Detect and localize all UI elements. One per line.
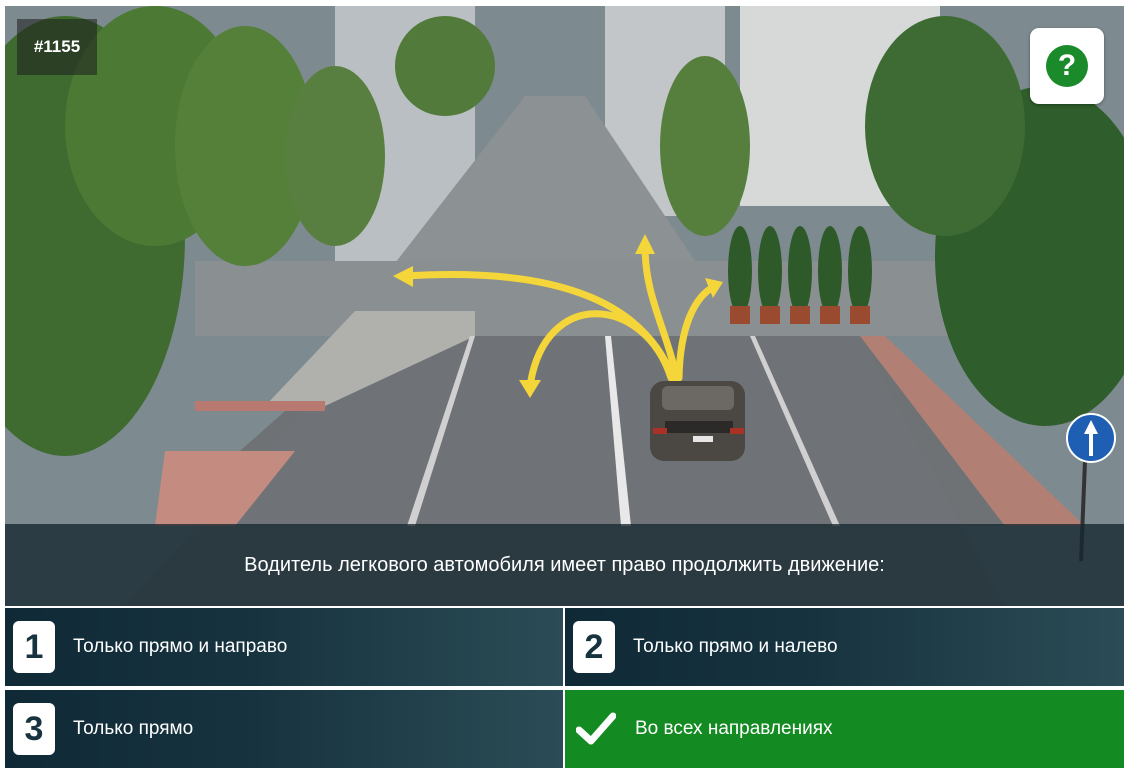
question-text-bar: Водитель легкового автомобиля имеет прав…: [5, 524, 1124, 606]
answer-option-1[interactable]: 1 Только прямо и направо: [5, 608, 563, 686]
answer-option-2[interactable]: 2 Только прямо и налево: [565, 608, 1124, 686]
answer-number: 3: [13, 703, 55, 755]
answer-label: Только прямо и направо: [73, 636, 288, 657]
answer-label: Только прямо и налево: [633, 636, 838, 657]
answer-option-3[interactable]: 3 Только прямо: [5, 690, 563, 768]
answer-option-4[interactable]: Во всех направлениях: [565, 690, 1124, 768]
question-icon: ?: [1046, 45, 1088, 87]
answer-label: Во всех направлениях: [635, 718, 833, 739]
question-card: #1155 ? Водитель легкового автомобиля им…: [5, 6, 1124, 769]
answer-number: 2: [573, 621, 615, 673]
checkmark-icon: [575, 703, 617, 755]
scene-image: #1155 ? Водитель легкового автомобиля им…: [5, 6, 1124, 606]
question-number: #1155: [17, 19, 97, 75]
car: [650, 381, 745, 461]
question-text: Водитель легкового автомобиля имеет прав…: [244, 553, 885, 576]
help-button[interactable]: ?: [1030, 28, 1104, 104]
answer-label: Только прямо: [73, 718, 194, 739]
answers-grid: 1 Только прямо и направо 2 Только прямо …: [5, 608, 1124, 769]
answer-number: 1: [13, 621, 55, 673]
street-illustration: [5, 6, 1124, 606]
